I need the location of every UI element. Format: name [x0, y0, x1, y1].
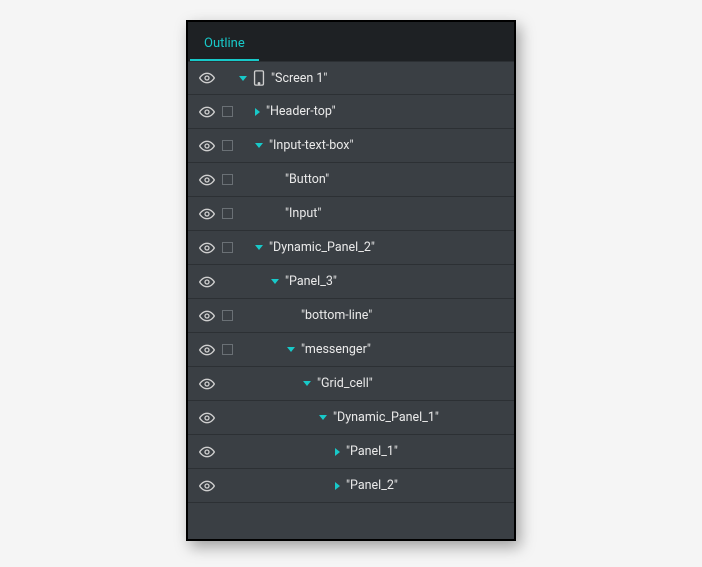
visibility-eye-icon[interactable]	[198, 375, 216, 393]
visibility-eye-icon[interactable]	[198, 171, 216, 189]
tree-row-screen-1[interactable]: Screen 1	[188, 61, 514, 95]
visibility-eye-icon[interactable]	[198, 443, 216, 461]
visibility-eye-icon[interactable]	[198, 69, 216, 87]
caret-expanded-icon[interactable]	[303, 381, 311, 386]
row-label: bottom-line	[301, 308, 372, 323]
caret-expanded-icon[interactable]	[287, 347, 295, 352]
row-label: Button	[285, 172, 329, 187]
visibility-eye-icon[interactable]	[198, 307, 216, 325]
caret-expanded-icon[interactable]	[255, 245, 263, 250]
caret-collapsed-icon[interactable]	[255, 108, 260, 116]
row-label: Grid_cell	[317, 376, 373, 391]
tree-row-input-text-box[interactable]: Input-text-box	[188, 129, 514, 163]
outline-rows: Screen 1 Header-top Input-text-box Button In…	[188, 61, 514, 503]
empty-space	[188, 503, 514, 539]
select-checkbox[interactable]	[222, 344, 233, 355]
select-checkbox	[222, 276, 233, 287]
row-label: Panel_2	[346, 478, 398, 493]
visibility-eye-icon[interactable]	[198, 239, 216, 257]
row-label: Input-text-box	[269, 138, 353, 153]
visibility-eye-icon[interactable]	[198, 409, 216, 427]
row-label: messenger	[301, 342, 371, 357]
tree-row-messenger[interactable]: messenger	[188, 333, 514, 367]
visibility-eye-icon[interactable]	[198, 103, 216, 121]
row-label: Input	[285, 206, 321, 221]
panel-header: Outline	[188, 22, 514, 61]
caret-collapsed-icon[interactable]	[335, 448, 340, 456]
tree-row-button[interactable]: Button	[188, 163, 514, 197]
row-label: Panel_1	[346, 444, 398, 459]
visibility-eye-icon[interactable]	[198, 273, 216, 291]
select-checkbox[interactable]	[222, 208, 233, 219]
select-checkbox	[222, 378, 233, 389]
caret-expanded-icon[interactable]	[319, 415, 327, 420]
tab-outline[interactable]: Outline	[190, 32, 259, 61]
select-checkbox[interactable]	[222, 242, 233, 253]
tree-row-panel-2[interactable]: Panel_2	[188, 469, 514, 503]
select-checkbox[interactable]	[222, 310, 233, 321]
caret-expanded-icon[interactable]	[271, 279, 279, 284]
outline-panel: Outline Screen 1 Header-top Input-text-box…	[186, 20, 516, 541]
tree-row-input[interactable]: Input	[188, 197, 514, 231]
tree-row-panel-3[interactable]: Panel_3	[188, 265, 514, 299]
row-label: Header-top	[266, 104, 336, 119]
tree-row-bottom-line[interactable]: bottom-line	[188, 299, 514, 333]
select-checkbox	[222, 480, 233, 491]
caret-expanded-icon[interactable]	[255, 143, 263, 148]
visibility-eye-icon[interactable]	[198, 341, 216, 359]
select-checkbox	[222, 412, 233, 423]
select-checkbox[interactable]	[222, 174, 233, 185]
select-checkbox	[222, 446, 233, 457]
row-label: Dynamic_Panel_1	[333, 410, 439, 425]
tree-row-panel-1[interactable]: Panel_1	[188, 435, 514, 469]
tree-row-dynamic-panel-1[interactable]: Dynamic_Panel_1	[188, 401, 514, 435]
select-checkbox[interactable]	[222, 140, 233, 151]
visibility-eye-icon[interactable]	[198, 477, 216, 495]
tree-row-header-top[interactable]: Header-top	[188, 95, 514, 129]
row-label: Dynamic_Panel_2	[269, 240, 375, 255]
device-icon	[253, 70, 265, 86]
visibility-eye-icon[interactable]	[198, 205, 216, 223]
select-checkbox	[222, 73, 233, 84]
row-label: Panel_3	[285, 274, 337, 289]
tree-row-grid-cell[interactable]: Grid_cell	[188, 367, 514, 401]
caret-expanded-icon[interactable]	[239, 76, 247, 81]
row-label: Screen 1	[271, 71, 327, 86]
caret-collapsed-icon[interactable]	[335, 482, 340, 490]
select-checkbox[interactable]	[222, 106, 233, 117]
tree-row-dynamic-panel-2[interactable]: Dynamic_Panel_2	[188, 231, 514, 265]
visibility-eye-icon[interactable]	[198, 137, 216, 155]
